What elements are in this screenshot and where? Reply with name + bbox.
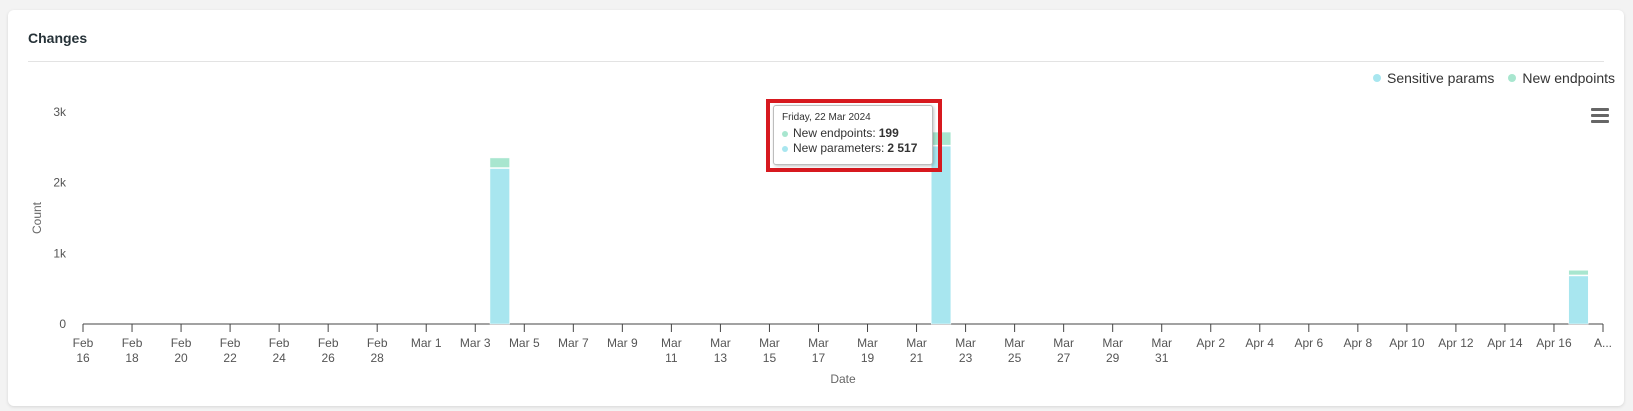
x-tick-label: Apr 16: [1536, 336, 1572, 350]
x-tick-label: Mar 9: [607, 336, 638, 350]
tooltip-date: Friday, 22 Mar 2024: [782, 112, 871, 123]
x-tick-label: Apr 8: [1343, 336, 1372, 350]
x-tick-label: Mar: [1102, 336, 1123, 350]
tooltip-label-parameters: New parameters:: [793, 141, 885, 155]
x-tick-label: Apr 14: [1487, 336, 1523, 350]
legend-item-new-endpoints[interactable]: New endpoints: [1508, 70, 1615, 86]
x-tick-label: Feb: [122, 336, 143, 350]
x-tick-label: Mar 1: [411, 336, 442, 350]
x-tick-label: Apr 12: [1438, 336, 1474, 350]
x-axis-title: Date: [830, 372, 856, 386]
y-tick-label: 3k: [53, 105, 67, 119]
legend-label-sensitive-params: Sensitive params: [1386, 70, 1495, 86]
tooltip-marker-parameters: [782, 145, 788, 152]
tooltip-row-parameters: New parameters: 2 517: [782, 141, 924, 156]
x-tick-label: 22: [223, 351, 237, 365]
x-tick-label: 27: [1057, 351, 1071, 365]
y-tick-label: 0: [59, 317, 66, 331]
x-tick-label: Feb: [367, 336, 388, 350]
x-tick-label: Mar 7: [558, 336, 589, 350]
tooltip-row-endpoints: New endpoints: 199: [782, 126, 924, 141]
x-tick-label: 18: [125, 351, 139, 365]
x-tick-label: 21: [910, 351, 924, 365]
bar-new-endpoints: [489, 157, 510, 168]
x-tick-label: Mar: [857, 336, 878, 350]
x-tick-label: Feb: [73, 336, 94, 350]
x-tick-label: Apr 2: [1196, 336, 1225, 350]
tooltip-marker-endpoints: [782, 130, 788, 137]
x-tick-label: 20: [174, 351, 188, 365]
x-tick-label: Mar: [808, 336, 829, 350]
x-tick-label: 16: [76, 351, 90, 365]
hamburger-menu-icon[interactable]: [1591, 108, 1609, 124]
tooltip-label-endpoints: New endpoints:: [793, 126, 876, 140]
x-tick-label: Mar: [1053, 336, 1074, 350]
x-tick-label: Mar: [955, 336, 976, 350]
x-tick-label: Feb: [269, 336, 290, 350]
bar-sensitive-params: [931, 145, 952, 325]
y-tick-label: 1k: [53, 246, 67, 260]
x-tick-label: 17: [812, 351, 826, 365]
y-tick-label: 2k: [53, 176, 67, 190]
x-tick-label: 11: [665, 351, 678, 365]
x-tick-label: 15: [763, 351, 777, 365]
legend-item-sensitive-params[interactable]: Sensitive params: [1372, 70, 1495, 86]
chart-legend: Sensitive params New endpoints: [1372, 70, 1615, 86]
x-tick-label: Mar: [1004, 336, 1025, 350]
x-tick-label: 26: [321, 351, 335, 365]
bar-new-endpoints: [1568, 270, 1589, 276]
x-tick-label: 29: [1106, 351, 1120, 365]
bar-sensitive-params: [1568, 275, 1589, 325]
x-tick-label: 23: [959, 351, 973, 365]
x-tick-label: Mar: [906, 336, 927, 350]
x-tick-label: Feb: [220, 336, 241, 350]
y-axis-title: Count: [30, 201, 44, 234]
x-tick-label: Mar: [661, 336, 682, 350]
x-tick-label: Feb: [318, 336, 339, 350]
x-tick-label: 25: [1008, 351, 1022, 365]
x-tick-label: 19: [861, 351, 875, 365]
x-tick-label: A...: [1594, 336, 1612, 350]
x-tick-label: Apr 10: [1389, 336, 1425, 350]
legend-marker-new-endpoints: [1508, 74, 1517, 82]
x-tick-label: 31: [1155, 351, 1169, 365]
x-tick-label: Mar 5: [509, 336, 540, 350]
tooltip-value-parameters: 2 517: [887, 141, 918, 155]
x-tick-label: Mar: [1151, 336, 1172, 350]
chart-tooltip: Friday, 22 Mar 2024 New endpoints: 199 N…: [773, 105, 933, 165]
x-tick-label: Mar: [759, 336, 780, 350]
x-tick-label: Apr 4: [1245, 336, 1274, 350]
bar-sensitive-params: [489, 168, 510, 325]
legend-label-new-endpoints: New endpoints: [1522, 70, 1615, 86]
legend-marker-sensitive-params: [1372, 74, 1381, 82]
changes-chart: 01k2k3kCountFeb16Feb18Feb20Feb22Feb24Feb…: [30, 105, 1612, 386]
x-tick-label: Feb: [171, 336, 192, 350]
x-tick-label: Apr 6: [1294, 336, 1323, 350]
x-tick-label: 28: [371, 351, 385, 365]
x-tick-label: 24: [272, 351, 286, 365]
tooltip-value-endpoints: 199: [878, 126, 899, 140]
x-tick-label: Mar 3: [460, 336, 491, 350]
x-tick-label: 13: [714, 351, 728, 365]
x-tick-label: Mar: [710, 336, 731, 350]
